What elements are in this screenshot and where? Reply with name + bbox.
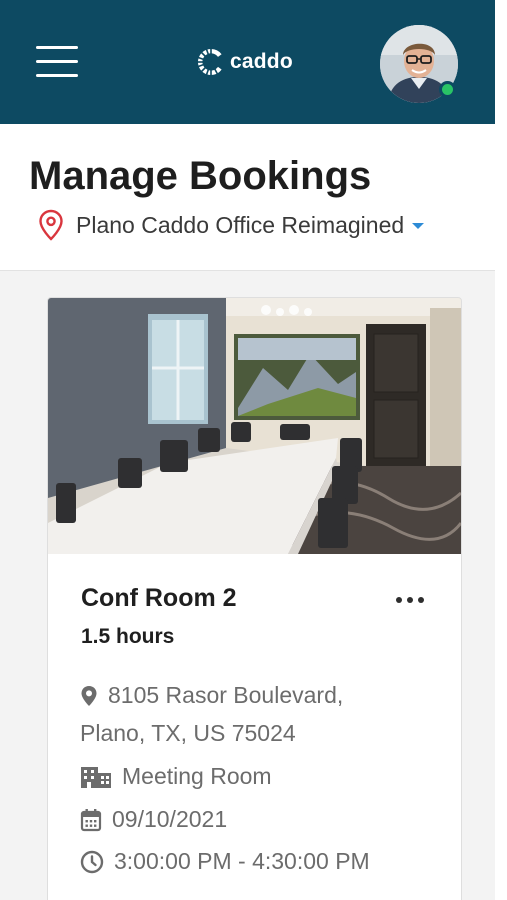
address-line-1-text: 8105 Rasor Boulevard, [108,682,344,708]
more-options-icon[interactable] [396,594,430,606]
booking-time-text: 3:00:00 PM - 4:30:00 PM [114,848,370,874]
address-line-2-text: Plano, TX, US 75024 [80,720,296,746]
booking-duration: 1.5 hours [81,625,175,648]
booking-date-text: 09/10/2021 [112,806,228,832]
online-status-indicator [439,81,456,98]
page-title: Manage Bookings [29,154,372,198]
conference-room-photo [48,298,461,554]
logo-wordmark: caddo [230,50,293,73]
address-line-2: Plano, TX, US 75024 [80,720,296,747]
page-edge [495,0,507,900]
map-pin-icon [39,209,63,241]
location-name: Plano Caddo Office Reimagined [76,211,405,238]
building-icon [81,766,111,788]
address-line-1: 8105 Rasor Boulevard, [80,682,343,709]
calendar-icon [80,808,102,831]
booking-date-row: 09/10/2021 [80,806,227,833]
location-selector[interactable]: Plano Caddo Office Reimagined [38,208,425,242]
hamburger-menu-icon[interactable] [36,46,78,80]
caddo-logo[interactable]: caddo [196,47,293,77]
top-navigation-bar: caddo [0,0,495,124]
room-name: Conf Room 2 [81,584,237,612]
booking-card[interactable]: Conf Room 2 1.5 hours 8105 Rasor Bouleva… [47,297,462,900]
clock-icon [80,850,104,873]
location-icon [81,685,97,706]
chevron-down-icon [412,223,425,229]
booking-time-row: 3:00:00 PM - 4:30:00 PM [80,848,370,875]
room-type-text: Meeting Room [122,763,272,789]
caddo-logo-mark-icon [196,47,222,77]
room-type-row: Meeting Room [80,763,272,790]
